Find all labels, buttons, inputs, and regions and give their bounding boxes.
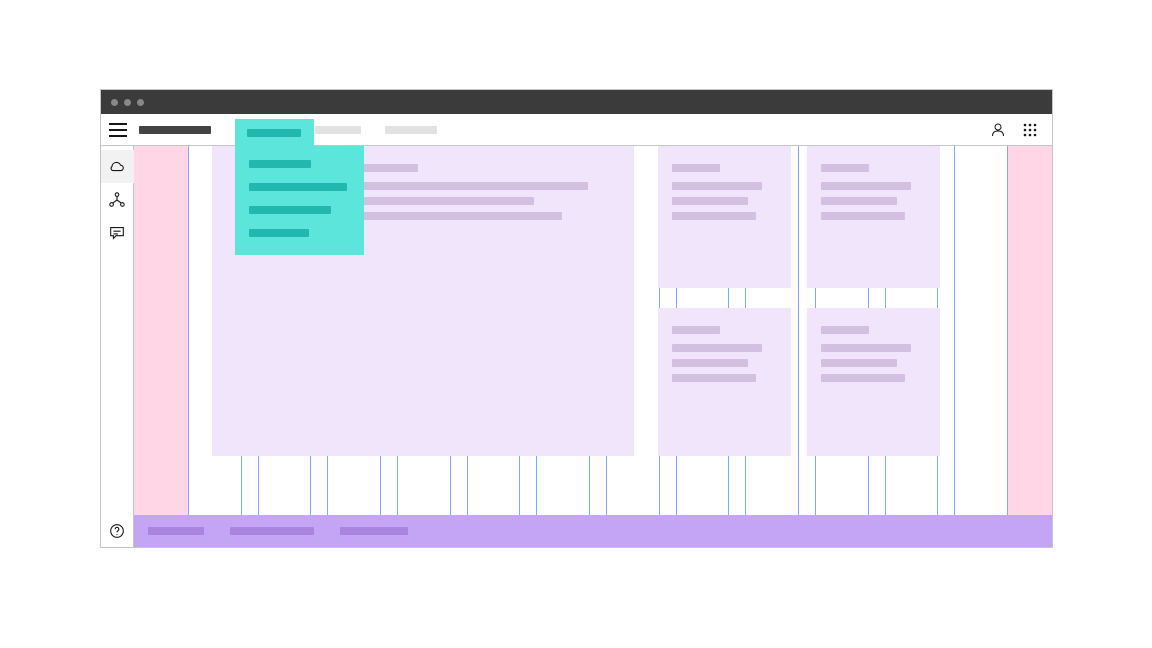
main-line-2 [352,197,534,205]
window-close-dot[interactable] [111,99,118,106]
status-item-1 [148,527,204,535]
main-line-1 [352,182,588,190]
page-margin-right [1008,146,1052,515]
status-item-3 [340,527,408,535]
content-card-d [807,308,940,456]
status-bar [134,515,1052,547]
rail-help-icon[interactable] [101,514,134,547]
user-icon[interactable] [988,120,1008,140]
window-title-bar [101,90,1052,114]
content-card-c [658,308,791,456]
menu-item-4[interactable] [249,229,309,237]
window-minimize-dot[interactable] [124,99,131,106]
content-card-a [658,146,791,288]
app-window [100,89,1053,548]
status-item-2 [230,527,314,535]
page-margin-left [134,146,188,515]
side-rail [101,146,134,547]
rail-cloud-icon[interactable] [101,150,134,183]
rail-chat-icon[interactable] [101,216,134,249]
apps-grid-icon[interactable] [1020,120,1040,140]
header-tab-2[interactable] [315,126,361,134]
window-maximize-dot[interactable] [137,99,144,106]
dropdown-menu [235,146,364,255]
main-line-3 [352,212,562,220]
app-name-label [139,126,211,134]
content-card-b [807,146,940,288]
header-tab-3[interactable] [385,126,437,134]
hamburger-menu-icon[interactable] [109,123,127,137]
menu-item-2[interactable] [249,183,347,191]
menu-item-1[interactable] [249,160,311,168]
menu-item-3[interactable] [249,206,331,214]
rail-network-icon[interactable] [101,183,134,216]
header-tab-1-active[interactable] [235,119,314,146]
